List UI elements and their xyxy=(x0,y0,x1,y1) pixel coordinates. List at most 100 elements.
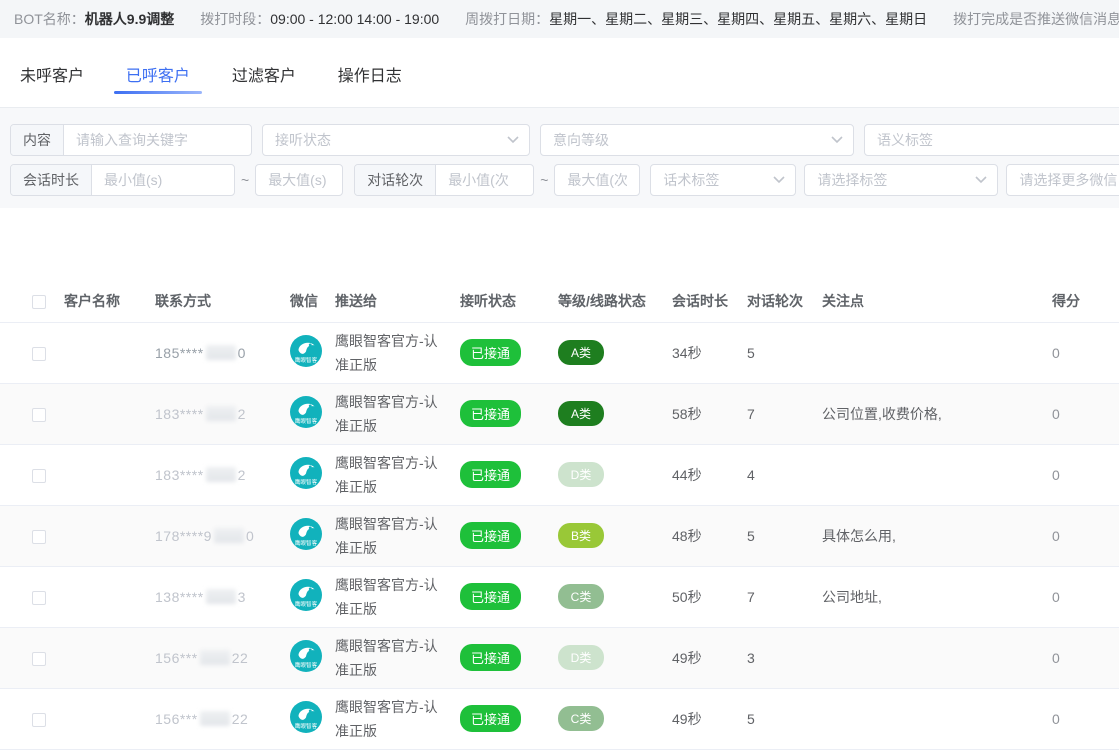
more-wechat-input[interactable] xyxy=(1007,165,1119,195)
answer-status-badge: 已接通 xyxy=(460,400,521,427)
wechat-avatar-icon: 鹰眼智客 xyxy=(290,335,322,367)
blurred-digits xyxy=(200,711,230,726)
select-all-checkbox[interactable] xyxy=(32,295,46,309)
script-tag-placeholder: 话术标签 xyxy=(663,170,719,190)
row-checkbox[interactable] xyxy=(32,652,46,666)
row-checkbox[interactable] xyxy=(32,347,46,361)
row-checkbox[interactable] xyxy=(32,408,46,422)
score-cell: 0 xyxy=(1052,688,1119,749)
row-checkbox[interactable] xyxy=(32,591,46,605)
answer-status-badge: 已接通 xyxy=(460,705,521,732)
semantic-tag-group xyxy=(864,124,1119,156)
wechat-avatar-icon: 鹰眼智客 xyxy=(290,518,322,550)
content-search-group: 内容 xyxy=(10,124,252,156)
grade-badge: D类 xyxy=(558,462,604,487)
duration-max-group xyxy=(255,164,343,196)
session-duration-group: 会话时长 xyxy=(10,164,235,196)
svg-text:鹰眼智客: 鹰眼智客 xyxy=(295,478,318,486)
col-wechat: 微信 xyxy=(290,280,335,322)
script-tag-select[interactable]: 话术标签 xyxy=(650,164,796,196)
answer-status-cell: 已接通 xyxy=(460,322,558,383)
customer-name-cell xyxy=(64,444,155,505)
week-days-value: 星期一、星期二、星期三、星期四、星期五、星期六、星期日 xyxy=(549,9,927,29)
chevron-down-icon xyxy=(773,176,785,184)
focus-cell xyxy=(822,322,1052,383)
customer-name-cell xyxy=(64,688,155,749)
intent-level-placeholder: 意向等级 xyxy=(553,130,609,150)
col-contact: 联系方式 xyxy=(155,280,290,322)
dial-time-group: 拨打时段： 09:00 - 12:00 14:00 - 19:00 xyxy=(200,9,439,29)
grade-cell: C类 xyxy=(558,688,672,749)
answer-status-cell: 已接通 xyxy=(460,505,558,566)
tab-called-customers[interactable]: 已呼客户 xyxy=(114,56,202,102)
wechat-cell: 鹰眼智客 xyxy=(290,383,335,444)
select-tag-select[interactable]: 请选择标签 xyxy=(804,164,998,196)
svg-text:鹰眼智客: 鹰眼智客 xyxy=(295,539,318,547)
duration-cell: 49秒 xyxy=(672,688,747,749)
called-customers-tbody: 185****0 鹰眼智客 鹰眼智客官方-认准正版 已接通 A类 34秒 5 0… xyxy=(0,322,1119,749)
grade-cell: B类 xyxy=(558,505,672,566)
table-row: 156***22 鹰眼智客 鹰眼智客官方-认准正版 已接通 C类 49秒 5 0 xyxy=(0,688,1119,749)
tab-filtered-customers[interactable]: 过滤客户 xyxy=(220,56,308,102)
push-to-cell: 鹰眼智客官方-认准正版 xyxy=(335,505,460,566)
wechat-avatar-icon: 鹰眼智客 xyxy=(290,640,322,672)
answer-status-badge: 已接通 xyxy=(460,583,521,610)
semantic-tag-input[interactable] xyxy=(865,125,1119,155)
svg-text:鹰眼智客: 鹰眼智客 xyxy=(295,417,318,425)
col-focus-points: 关注点 xyxy=(822,280,1052,322)
phone-cell: 185****0 xyxy=(155,322,290,383)
grade-badge: A类 xyxy=(558,401,604,426)
week-days-label: 周拨打日期： xyxy=(465,9,549,29)
rounds-cell: 5 xyxy=(747,688,822,749)
table-row: 156***22 鹰眼智客 鹰眼智客官方-认准正版 已接通 D类 49秒 3 0 xyxy=(0,627,1119,688)
answer-status-badge: 已接通 xyxy=(460,461,521,488)
called-customers-table: 客户名称 联系方式 微信 推送给 接听状态 等级/线路状态 会话时长 对话轮次 … xyxy=(0,280,1119,750)
duration-min-input[interactable] xyxy=(92,165,234,195)
dialog-rounds-group: 对话轮次 xyxy=(354,164,534,196)
phone-cell: 183****2 xyxy=(155,383,290,444)
phone-cell: 156***22 xyxy=(155,627,290,688)
row-checkbox[interactable] xyxy=(32,469,46,483)
tab-operation-log[interactable]: 操作日志 xyxy=(326,56,414,102)
listen-status-placeholder: 接听状态 xyxy=(275,130,331,150)
grade-badge: C类 xyxy=(558,706,604,731)
table-row: 138****3 鹰眼智客 鹰眼智客官方-认准正版 已接通 C类 50秒 7 公… xyxy=(0,566,1119,627)
customer-tabs: 未呼客户 已呼客户 过滤客户 操作日志 xyxy=(0,38,1119,108)
wechat-avatar-icon: 鹰眼智客 xyxy=(290,396,322,428)
focus-cell xyxy=(822,444,1052,505)
rounds-min-input[interactable] xyxy=(436,165,533,195)
rounds-max-input[interactable] xyxy=(555,165,639,195)
row-checkbox[interactable] xyxy=(32,713,46,727)
duration-cell: 50秒 xyxy=(672,566,747,627)
blurred-digits xyxy=(206,467,236,482)
answer-status-badge: 已接通 xyxy=(460,522,521,549)
wechat-cell: 鹰眼智客 xyxy=(290,322,335,383)
more-wechat-group xyxy=(1006,164,1119,196)
wechat-avatar-icon: 鹰眼智客 xyxy=(290,701,322,733)
grade-cell: A类 xyxy=(558,322,672,383)
answer-status-badge: 已接通 xyxy=(460,644,521,671)
answer-status-cell: 已接通 xyxy=(460,383,558,444)
listen-status-select[interactable]: 接听状态 xyxy=(262,124,530,156)
wechat-cell: 鹰眼智客 xyxy=(290,566,335,627)
chevron-down-icon xyxy=(831,136,843,144)
intent-level-select[interactable]: 意向等级 xyxy=(540,124,854,156)
blurred-digits xyxy=(206,589,236,604)
duration-max-input[interactable] xyxy=(256,165,342,195)
blurred-digits xyxy=(206,345,236,360)
chevron-down-icon xyxy=(975,176,987,184)
row-checkbox[interactable] xyxy=(32,530,46,544)
rounds-cell: 5 xyxy=(747,322,822,383)
filter-row-2: 会话时长 ~ 对话轮次 ~ 话术标签 请选择标签 xyxy=(10,164,1109,196)
rounds-cell: 3 xyxy=(747,627,822,688)
svg-text:鹰眼智客: 鹰眼智客 xyxy=(295,661,318,669)
customer-name-cell xyxy=(64,505,155,566)
score-cell: 0 xyxy=(1052,566,1119,627)
content-search-input[interactable] xyxy=(64,125,251,155)
score-cell: 0 xyxy=(1052,505,1119,566)
phone-cell: 156***22 xyxy=(155,688,290,749)
focus-cell: 公司地址, xyxy=(822,566,1052,627)
tab-uncalled-customers[interactable]: 未呼客户 xyxy=(8,56,96,102)
duration-cell: 34秒 xyxy=(672,322,747,383)
wechat-cell: 鹰眼智客 xyxy=(290,444,335,505)
